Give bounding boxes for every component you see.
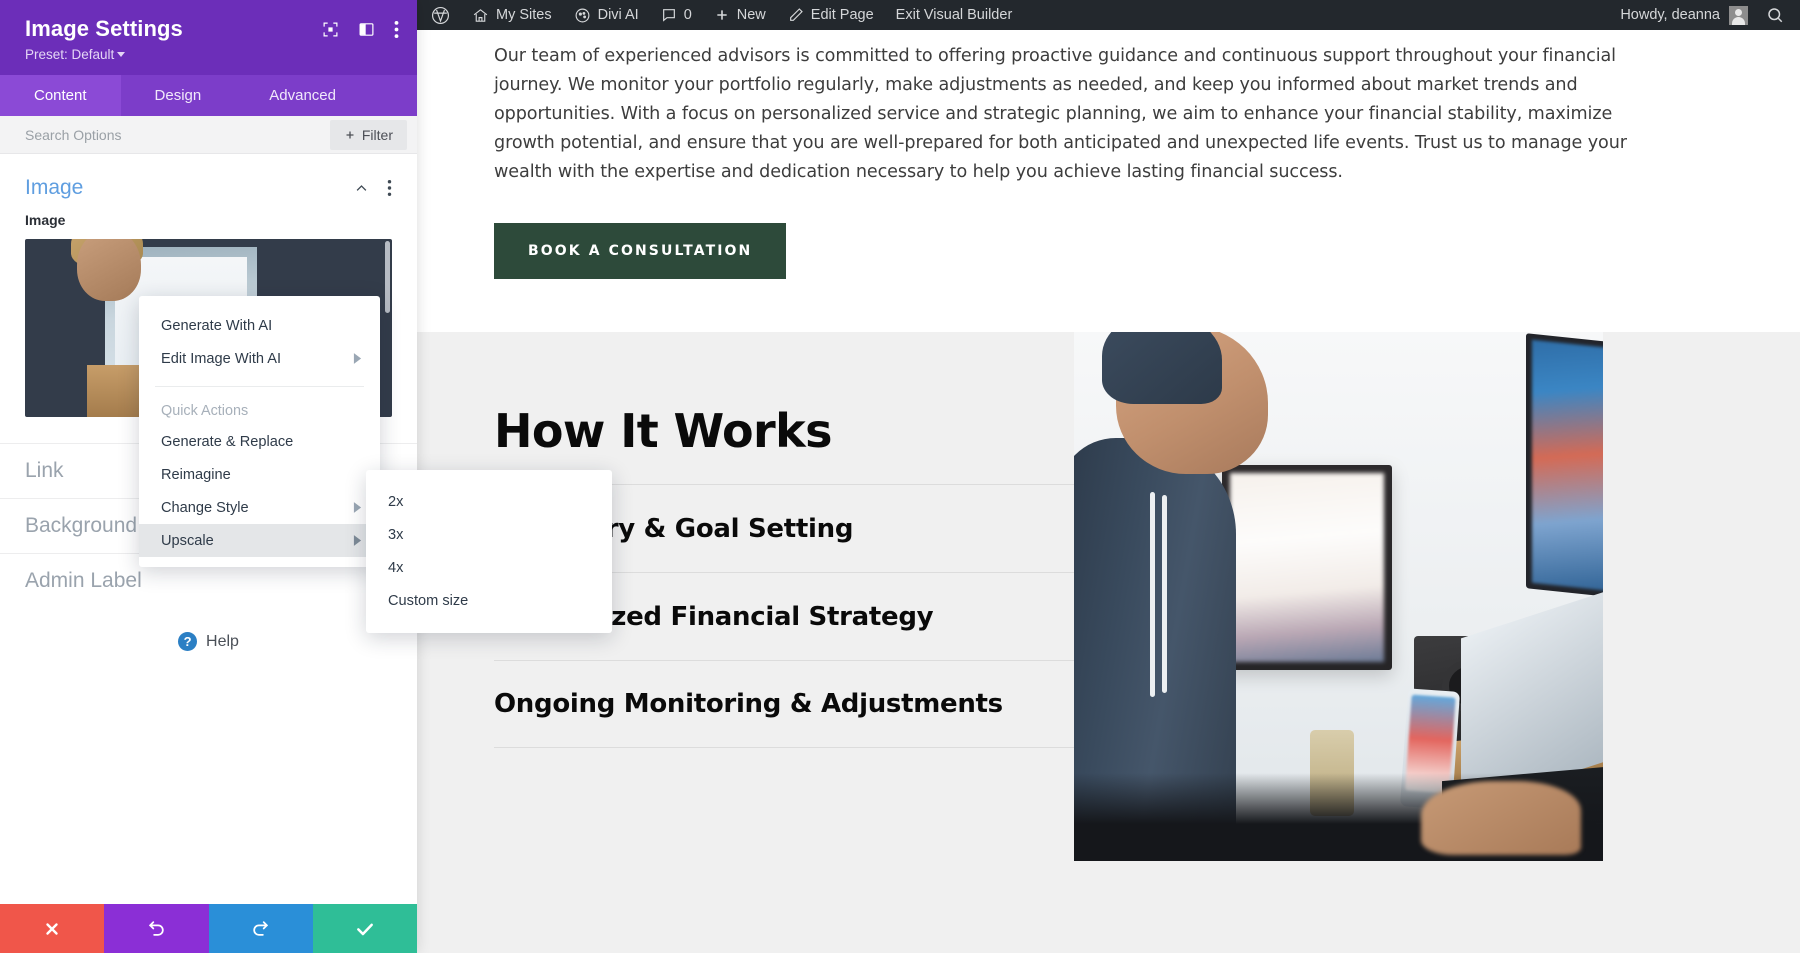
undo-button[interactable] bbox=[104, 904, 209, 953]
panel-tabs: Content Design Advanced bbox=[0, 75, 417, 116]
chevron-right-icon bbox=[353, 502, 362, 513]
tab-design[interactable]: Design bbox=[121, 75, 236, 116]
comments-icon bbox=[661, 7, 677, 23]
menu-item-reimagine[interactable]: Reimagine bbox=[139, 458, 380, 491]
more-vertical-icon[interactable] bbox=[394, 20, 399, 39]
howdy-label: Howdy, deanna bbox=[1620, 7, 1720, 23]
menu-divider bbox=[155, 386, 364, 387]
chevron-up-icon[interactable] bbox=[354, 181, 369, 196]
page-canvas: Our team of experienced advisors is comm… bbox=[417, 30, 1800, 953]
menu-item-label: Upscale bbox=[161, 532, 214, 549]
more-vertical-icon[interactable] bbox=[387, 179, 392, 197]
book-consultation-button[interactable]: BOOK A CONSULTATION bbox=[494, 223, 787, 279]
image-section-header: Image bbox=[0, 154, 417, 212]
account-menu[interactable]: Howdy, deanna bbox=[1610, 5, 1758, 25]
chevron-right-icon bbox=[353, 353, 362, 364]
menu-item-upscale[interactable]: Upscale bbox=[139, 524, 380, 557]
menu-item-label: Generate & Replace bbox=[161, 433, 294, 450]
step-label: Ongoing Monitoring & Adjustments bbox=[494, 689, 1003, 719]
divi-ai-button[interactable]: Divi AI bbox=[563, 0, 650, 30]
menu-item-label: Edit Image With AI bbox=[161, 350, 282, 367]
my-sites-button[interactable]: My Sites bbox=[461, 0, 563, 30]
search-icon bbox=[1766, 6, 1784, 24]
help-label: Help bbox=[206, 632, 239, 650]
new-label: New bbox=[736, 7, 766, 23]
exit-visual-builder-button[interactable]: Exit Visual Builder bbox=[885, 0, 1024, 30]
admin-search-button[interactable] bbox=[1758, 6, 1800, 24]
how-it-works-section: How It Works Discovery & Goal Setting Cu… bbox=[417, 332, 1800, 953]
redo-button[interactable] bbox=[208, 904, 313, 953]
accordion-label: Background bbox=[25, 514, 138, 537]
fullscreen-icon[interactable] bbox=[322, 21, 339, 38]
wordpress-logo-button[interactable] bbox=[417, 0, 461, 30]
admin-bar-right: Howdy, deanna bbox=[1610, 0, 1800, 30]
menu-item-label: Generate With AI bbox=[161, 317, 273, 334]
how-it-works-title: How It Works bbox=[494, 404, 832, 458]
my-sites-icon bbox=[472, 7, 489, 24]
divi-ai-icon bbox=[574, 7, 591, 24]
preset-label: Preset: Default bbox=[25, 47, 115, 62]
chevron-down-icon bbox=[117, 52, 126, 57]
edit-page-label: Edit Page bbox=[810, 7, 874, 23]
new-button[interactable]: New bbox=[703, 0, 777, 30]
image-field-label: Image bbox=[25, 212, 66, 228]
pencil-icon bbox=[788, 7, 804, 23]
comments-count: 0 bbox=[683, 7, 692, 23]
submenu-item-3x[interactable]: 3x bbox=[366, 518, 612, 551]
thumbnail-scrollbar[interactable] bbox=[385, 241, 390, 313]
image-section-title: Image bbox=[25, 176, 84, 199]
panel-header: Image Settings Preset: Default bbox=[0, 0, 417, 75]
admin-bar-items: My Sites Divi AI 0 New Edit Page Exit Vi… bbox=[417, 0, 1023, 30]
plus-icon bbox=[714, 7, 730, 23]
wp-admin-bar: My Sites Divi AI 0 New Edit Page Exit Vi… bbox=[417, 0, 1800, 30]
tab-advanced[interactable]: Advanced bbox=[235, 75, 370, 116]
layout-columns-icon[interactable] bbox=[358, 21, 375, 38]
menu-item-edit-image-with-ai[interactable]: Edit Image With AI bbox=[139, 342, 380, 375]
my-sites-label: My Sites bbox=[496, 7, 552, 23]
menu-item-change-style[interactable]: Change Style bbox=[139, 491, 380, 524]
preset-selector[interactable]: Preset: Default bbox=[25, 47, 399, 62]
comments-button[interactable]: 0 bbox=[650, 0, 703, 30]
filter-button[interactable]: Filter bbox=[329, 119, 407, 150]
hero-photo bbox=[1074, 332, 1603, 861]
check-icon bbox=[355, 919, 375, 939]
redo-icon bbox=[251, 919, 270, 938]
step-row[interactable]: Ongoing Monitoring & Adjustments bbox=[494, 660, 1122, 748]
edit-page-button[interactable]: Edit Page bbox=[777, 0, 885, 30]
help-icon: ? bbox=[178, 632, 198, 651]
panel-footer bbox=[0, 904, 417, 953]
filter-label: Filter bbox=[361, 126, 393, 143]
plus-icon bbox=[344, 129, 356, 141]
help-button[interactable]: ? Help bbox=[0, 632, 417, 651]
accordion-label: Admin Label bbox=[25, 569, 142, 592]
menu-item-label: Change Style bbox=[161, 499, 249, 516]
menu-group-label: Quick Actions bbox=[161, 402, 249, 419]
wordpress-logo-icon bbox=[431, 6, 450, 25]
submenu-item-4x[interactable]: 4x bbox=[366, 551, 612, 584]
upscale-submenu: 2x 3x 4x Custom size bbox=[366, 470, 612, 633]
divi-ai-label: Divi AI bbox=[597, 7, 639, 23]
submenu-item-2x[interactable]: 2x bbox=[366, 485, 612, 518]
intro-section: Our team of experienced advisors is comm… bbox=[417, 30, 1800, 279]
panel-title: Image Settings bbox=[25, 16, 183, 41]
close-icon bbox=[43, 920, 61, 938]
menu-item-generate-and-replace[interactable]: Generate & Replace bbox=[139, 425, 380, 458]
chevron-right-icon bbox=[353, 535, 362, 546]
menu-item-generate-with-ai[interactable]: Generate With AI bbox=[139, 309, 380, 342]
tab-content[interactable]: Content bbox=[0, 75, 121, 116]
search-input[interactable]: Search Options bbox=[25, 127, 122, 143]
menu-item-label: Reimagine bbox=[161, 466, 231, 483]
close-button[interactable] bbox=[0, 904, 105, 953]
accordion-label: Link bbox=[25, 459, 64, 482]
avatar bbox=[1729, 5, 1748, 25]
undo-icon bbox=[147, 919, 166, 938]
search-options-bar: Search Options Filter bbox=[0, 116, 417, 154]
exit-visual-builder-label: Exit Visual Builder bbox=[895, 7, 1013, 23]
submenu-item-custom-size[interactable]: Custom size bbox=[366, 584, 612, 617]
save-button[interactable] bbox=[312, 904, 417, 953]
intro-paragraph: Our team of experienced advisors is comm… bbox=[494, 46, 1627, 182]
ai-context-menu: Generate With AI Edit Image With AI Quic… bbox=[139, 296, 380, 567]
